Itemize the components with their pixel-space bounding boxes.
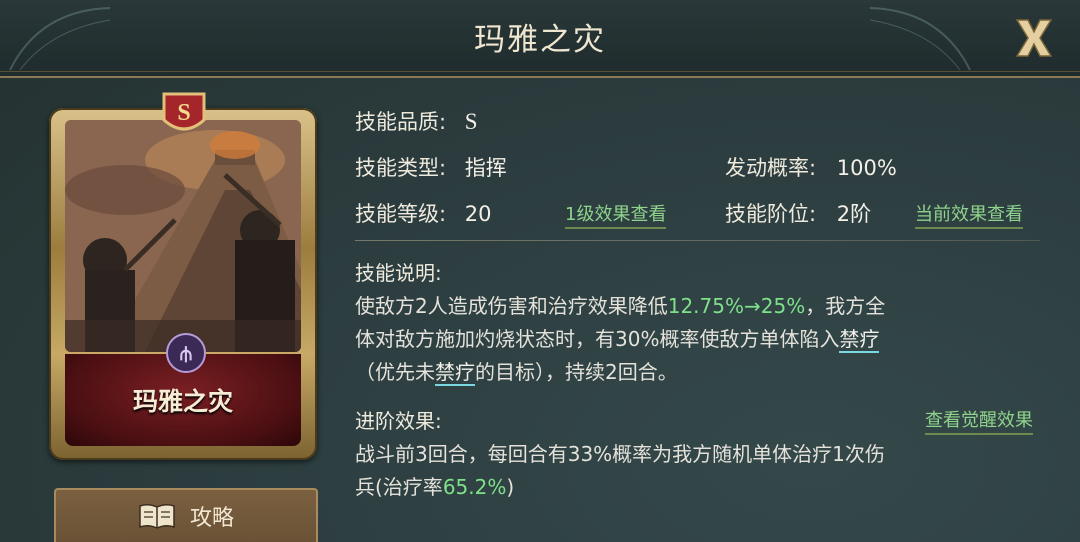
card-artwork	[65, 120, 301, 352]
advanced-line-2: 兵(治疗率65.2%)	[355, 471, 1045, 504]
reduction-value: 12.75%→25%	[667, 294, 806, 318]
tier-link-wrap: 当前效果查看	[915, 200, 1023, 229]
level-link-wrap: 1级效果查看	[565, 200, 667, 229]
advanced-text: )	[506, 475, 515, 499]
skill-description: 技能说明: 使敌方2人造成伤害和治疗效果降低12.75%→25%，我方全 体对敌…	[355, 257, 1045, 389]
book-icon	[139, 503, 175, 529]
trident-icon: ⫛	[166, 333, 206, 373]
awaken-link-wrap: 查看觉醒效果	[925, 406, 1033, 435]
quality-row: 技能品质: S	[355, 106, 478, 136]
skill-detail-window: 玛雅之灾 玛雅之灾 S ⫛ 攻略 技能品质: S 技能类型: 指挥 发动概率: …	[0, 0, 1080, 542]
level-row: 技能等级: 20	[355, 198, 492, 228]
description-line-2: 体对敌方施加灼烧状态时，有30%概率使敌方单体陷入禁疗	[355, 323, 1045, 356]
guide-label: 攻略	[189, 506, 234, 531]
advanced-text: 兵(治疗率	[355, 475, 443, 499]
keyword-heal-ban[interactable]: 禁疗	[435, 360, 475, 386]
trigger-value: 100%	[836, 156, 897, 180]
view-awaken-effect-link[interactable]: 查看觉醒效果	[925, 410, 1033, 435]
tier-value: 2阶	[836, 202, 872, 226]
description-text: 体对敌方施加灼烧状态时，有30%概率使敌方单体陷入	[355, 327, 840, 351]
type-label: 技能类型:	[355, 156, 447, 180]
tier-label: 技能阶位:	[725, 202, 817, 226]
section-divider	[355, 240, 1040, 241]
description-heading: 技能说明:	[355, 261, 442, 285]
tier-row: 技能阶位: 2阶	[725, 198, 871, 228]
skill-card: 玛雅之灾 S ⫛	[45, 90, 323, 462]
guide-button[interactable]: 攻略	[54, 488, 318, 542]
description-text: 使敌方2人造成伤害和治疗效果降低	[355, 294, 668, 318]
level-one-effect-link[interactable]: 1级效果查看	[565, 204, 667, 229]
trigger-row: 发动概率: 100%	[725, 152, 897, 182]
advanced-line-1: 战斗前3回合，每回合有33%概率为我方随机单体治疗1次伤	[355, 442, 885, 466]
type-value: 指挥	[464, 156, 507, 180]
current-effect-link[interactable]: 当前效果查看	[915, 204, 1023, 229]
trigger-label: 发动概率:	[725, 156, 817, 180]
quality-value: S	[464, 109, 478, 134]
description-line-3: （优先未禁疗的目标），持续2回合。	[355, 356, 1045, 389]
keyword-heal-ban[interactable]: 禁疗	[839, 327, 880, 353]
card-name: 玛雅之灾	[132, 387, 233, 416]
grade-letter: S	[177, 100, 190, 126]
skill-info-panel: 技能品质: S 技能类型: 指挥 发动概率: 100% 技能等级: 20 1级效…	[355, 0, 1055, 542]
description-text: ，我方全	[805, 294, 886, 318]
level-label: 技能等级:	[355, 202, 447, 226]
description-text: （优先未	[355, 360, 435, 384]
grade-badge-icon: S	[162, 92, 206, 131]
description-line-1: 使敌方2人造成伤害和治疗效果降低12.75%→25%，我方全	[355, 290, 1045, 323]
description-text: 的目标），持续2回合。	[475, 360, 678, 384]
heal-rate-value: 65.2%	[442, 475, 507, 499]
type-row: 技能类型: 指挥	[355, 152, 507, 182]
level-value: 20	[464, 202, 492, 226]
quality-label: 技能品质:	[355, 110, 447, 134]
